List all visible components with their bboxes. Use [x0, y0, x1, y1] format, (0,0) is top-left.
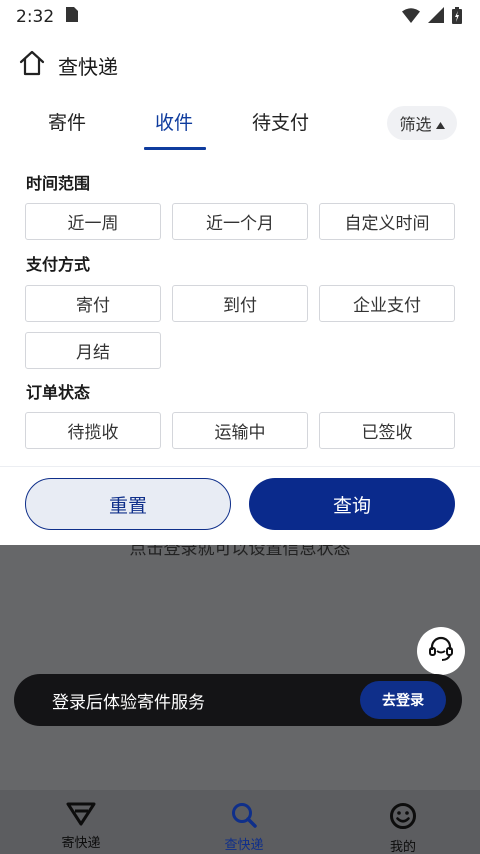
query-button[interactable]: 查询 — [249, 478, 455, 530]
time-range-title: 时间范围 — [26, 174, 91, 193]
sim-card-icon — [66, 7, 79, 27]
time-option-custom[interactable]: 自定义时间 — [319, 203, 455, 240]
nav-send-label: 寄快递 — [61, 836, 101, 851]
smile-icon — [389, 802, 417, 834]
login-banner: 登录后体验寄件服务 去登录 — [14, 674, 462, 726]
status-bar: 2:32 — [0, 0, 480, 34]
status-option-in-transit[interactable]: 运输中 — [172, 412, 308, 449]
payment-method-title: 支付方式 — [26, 255, 91, 274]
background-hint-text: 点击登录就可以设置信息状态 — [129, 545, 351, 559]
bottom-nav: 寄快递 查快递 我的 — [0, 790, 480, 854]
wifi-icon — [402, 7, 420, 27]
order-status-title: 订单状态 — [26, 383, 91, 402]
reset-button[interactable]: 重置 — [25, 478, 231, 530]
time-option-week[interactable]: 近一周 — [25, 203, 161, 240]
battery-icon — [452, 6, 462, 28]
nav-send-express[interactable]: 寄快递 — [36, 802, 126, 851]
page-title: 查快递 — [58, 54, 118, 79]
nav-mine-label: 我的 — [389, 840, 416, 854]
dim-overlay[interactable]: 点击登录就可以设置信息状态 — [0, 545, 480, 790]
nav-track-label: 查快递 — [224, 838, 264, 853]
payment-option-receiver[interactable]: 到付 — [172, 285, 308, 322]
active-tab-indicator — [144, 147, 206, 150]
home-icon[interactable] — [18, 49, 46, 81]
status-time: 2:32 — [16, 7, 55, 27]
tab-receive[interactable]: 收件 — [155, 108, 193, 135]
divider — [0, 466, 480, 467]
filter-toggle-button[interactable]: 筛选 — [387, 106, 457, 140]
headset-icon — [426, 634, 456, 668]
nav-track-express[interactable]: 查快递 — [199, 802, 289, 853]
search-icon — [230, 802, 258, 832]
status-option-pending-pickup[interactable]: 待揽收 — [25, 412, 161, 449]
payment-option-enterprise[interactable]: 企业支付 — [319, 285, 455, 322]
tab-send[interactable]: 寄件 — [48, 108, 86, 135]
payment-option-sender[interactable]: 寄付 — [25, 285, 161, 322]
signal-icon — [428, 7, 444, 27]
time-option-month[interactable]: 近一个月 — [172, 203, 308, 240]
app-header: 查快递 — [0, 40, 480, 90]
filter-toggle-label: 筛选 — [399, 115, 432, 134]
send-icon — [66, 802, 96, 830]
login-banner-text: 登录后体验寄件服务 — [52, 692, 205, 713]
status-option-delivered[interactable]: 已签收 — [319, 412, 455, 449]
payment-option-monthly[interactable]: 月结 — [25, 332, 161, 369]
caret-up-icon — [435, 114, 445, 133]
go-login-button[interactable]: 去登录 — [360, 681, 446, 719]
nav-mine[interactable]: 我的 — [358, 802, 448, 854]
customer-service-button[interactable] — [417, 627, 465, 675]
tab-pending-payment[interactable]: 待支付 — [252, 108, 309, 135]
